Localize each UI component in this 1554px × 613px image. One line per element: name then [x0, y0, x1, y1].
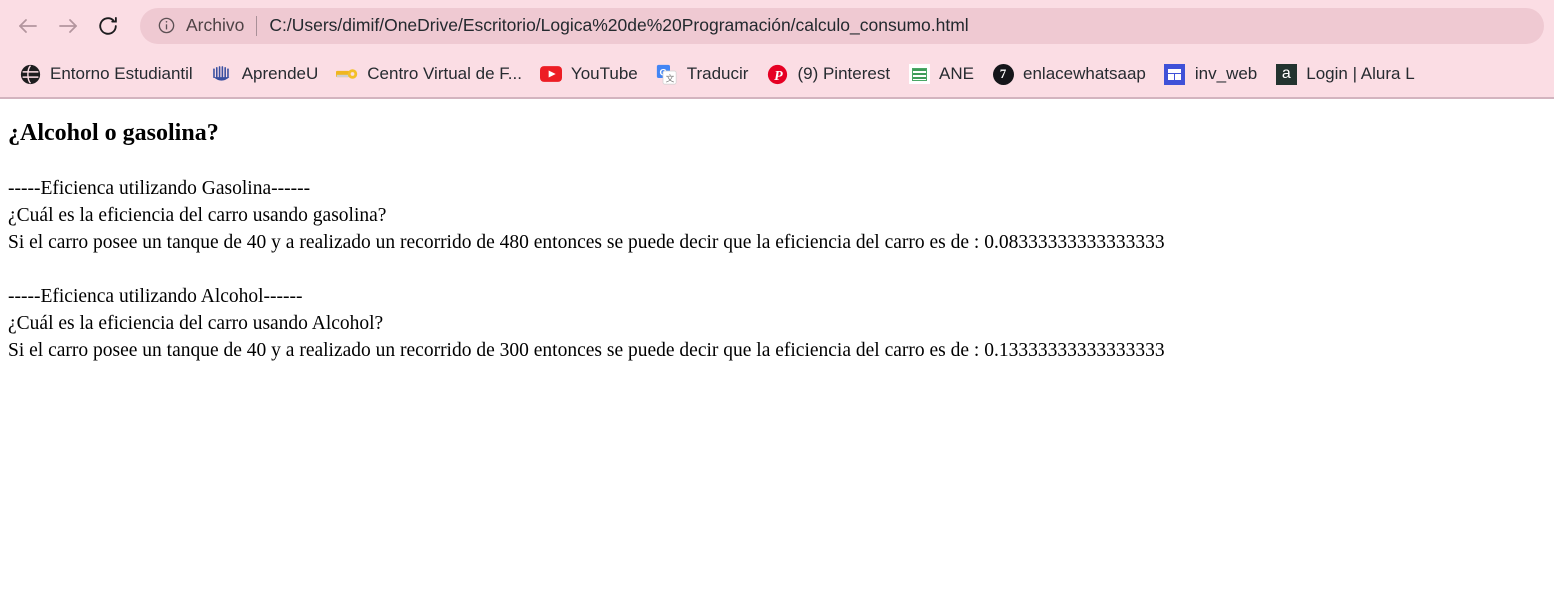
alcohol-question: ¿Cuál es la eficiencia del carro usando … — [8, 312, 384, 334]
scheme-label: Archivo — [186, 15, 245, 35]
bookmark-label: AprendeU — [241, 64, 319, 83]
reload-button[interactable] — [88, 6, 128, 46]
alura-icon: a — [1275, 63, 1297, 85]
pinterest-icon: P — [766, 63, 788, 85]
google-translate-icon: G 文 — [656, 63, 678, 85]
bookmark-entorno-estudiantil[interactable]: Entorno Estudiantil — [10, 57, 202, 91]
url-text: C:/Users/dimif/OneDrive/Escritorio/Logic… — [269, 15, 969, 35]
bookmark-label: (9) Pinterest — [797, 64, 891, 83]
bookmark-label: Centro Virtual de F... — [367, 64, 522, 83]
gasolina-separator: -----Eficienca utilizando Gasolina------ — [8, 177, 311, 199]
globe-icon — [19, 63, 41, 85]
alcohol-separator: -----Eficienca utilizando Alcohol------ — [8, 285, 303, 307]
bookmarks-bar: Entorno Estudiantil AprendeU Centro Virt… — [0, 51, 1554, 97]
ane-spreadsheet-icon — [908, 63, 930, 85]
aprendeu-fountain-icon — [211, 63, 233, 85]
svg-text:P: P — [774, 68, 783, 83]
page-content: ¿Alcohol o gasolina? -----Eficienca util… — [0, 120, 1554, 364]
bookmark-label: inv_web — [1194, 64, 1258, 83]
bookmark-traducir[interactable]: G 文 Traducir — [647, 57, 758, 91]
bookmark-aprendeu[interactable]: AprendeU — [202, 57, 328, 91]
bookmark-label: ANE — [939, 64, 975, 83]
bookmark-label: Traducir — [686, 64, 749, 83]
bookmark-youtube[interactable]: YouTube — [531, 57, 647, 91]
bookmark-ane[interactable]: ANE — [899, 57, 983, 91]
bookmark-centro-virtual[interactable]: Centro Virtual de F... — [327, 57, 531, 91]
bookmark-label: Entorno Estudiantil — [50, 64, 193, 83]
content-spacer-top — [8, 148, 1546, 175]
page-title: ¿Alcohol o gasolina? — [8, 120, 219, 146]
reload-icon — [97, 15, 119, 37]
back-button[interactable] — [8, 6, 48, 46]
content-spacer-middle — [8, 256, 1546, 283]
bookmark-label: Login | Alura L — [1306, 64, 1415, 83]
svg-text:文: 文 — [666, 72, 675, 83]
arrow-left-icon — [16, 14, 40, 38]
arrow-right-icon — [56, 14, 80, 38]
browser-toolbar: Archivo C:/Users/dimif/OneDrive/Escritor… — [0, 0, 1554, 51]
alcohol-result: Si el carro posee un tanque de 40 y a re… — [8, 339, 1165, 361]
whatsapp-link-icon: 7 — [992, 63, 1014, 85]
inv-web-icon — [1164, 63, 1186, 85]
forward-button[interactable] — [48, 6, 88, 46]
gasolina-question: ¿Cuál es la eficiencia del carro usando … — [8, 204, 387, 226]
bookmark-enlacewhatsaap[interactable]: 7 enlacewhatsaap — [983, 57, 1155, 91]
info-circle-icon[interactable] — [156, 16, 176, 36]
bookmark-inv-web[interactable]: inv_web — [1155, 57, 1266, 91]
address-bar[interactable]: Archivo C:/Users/dimif/OneDrive/Escritor… — [140, 7, 1544, 44]
omnibox-divider — [256, 15, 258, 36]
bookmark-pinterest[interactable]: P (9) Pinterest — [757, 57, 899, 91]
youtube-icon — [539, 63, 562, 85]
gasolina-result: Si el carro posee un tanque de 40 y a re… — [8, 231, 1165, 253]
key-icon — [336, 63, 358, 85]
bookmark-label: YouTube — [570, 64, 638, 83]
bookmark-label: enlacewhatsaap — [1023, 64, 1146, 83]
browser-chrome: Archivo C:/Users/dimif/OneDrive/Escritor… — [0, 0, 1554, 99]
bookmark-alura-login[interactable]: a Login | Alura L — [1266, 57, 1423, 91]
